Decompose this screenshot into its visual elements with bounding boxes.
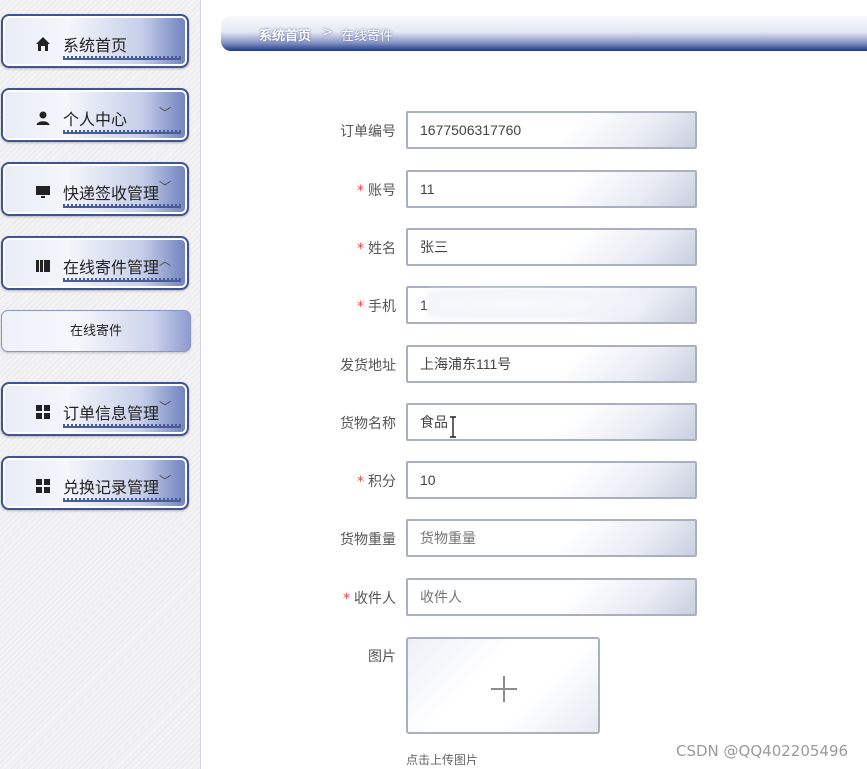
sidebar-item-personal-center[interactable]: 个人中心 ﹀ <box>1 88 189 142</box>
image-upload-box[interactable] <box>406 637 600 734</box>
monitor-icon <box>36 186 50 198</box>
sidebar: 系统首页 个人中心 ﹀ 快递签收管理 ﹀ 在线寄件管理 ︿ 在线寄件 订单信息管… <box>0 0 201 769</box>
home-icon <box>36 37 50 51</box>
account-label: * 账号 <box>357 183 396 199</box>
book-icon <box>36 260 50 272</box>
breadcrumb-home-link[interactable]: 系统首页 <box>259 25 311 44</box>
grid-icon <box>36 405 50 419</box>
sidebar-item-label: 快递签收管理 <box>63 184 160 203</box>
order-no-label: 订单编号 <box>340 124 396 140</box>
receiver-input[interactable] <box>406 578 697 616</box>
name-input[interactable] <box>406 228 697 266</box>
account-input[interactable] <box>406 170 697 208</box>
goods-name-label: 货物名称 <box>340 416 396 432</box>
sidebar-item-order-info[interactable]: 订单信息管理 ﹀ <box>1 382 189 436</box>
required-mark: * <box>357 299 364 315</box>
breadcrumb: 系统首页 > 在线寄件 <box>221 16 867 51</box>
image-label: 图片 <box>368 649 396 665</box>
plus-icon <box>491 676 517 702</box>
chevron-down-icon: ﹀ <box>159 400 172 414</box>
required-mark: * <box>357 183 364 199</box>
chevron-down-icon: ﹀ <box>159 106 172 120</box>
watermark: CSDN @QQ402205496 <box>676 742 849 760</box>
decorative-underline <box>63 498 181 502</box>
decorative-underline <box>63 56 181 60</box>
points-input[interactable] <box>406 461 697 499</box>
weight-input[interactable] <box>406 519 697 557</box>
user-icon <box>36 111 50 125</box>
sidebar-item-label: 在线寄件管理 <box>63 258 160 277</box>
decorative-underline <box>63 130 181 134</box>
sidebar-item-exchange-record[interactable]: 兑换记录管理 ﹀ <box>1 456 189 510</box>
breadcrumb-separator: > <box>322 25 333 40</box>
order-no-input[interactable] <box>406 111 697 149</box>
required-mark: * <box>357 241 364 257</box>
decorative-underline <box>63 278 181 282</box>
points-label: * 积分 <box>357 474 396 490</box>
name-label: * 姓名 <box>357 241 396 257</box>
sidebar-item-home[interactable]: 系统首页 <box>1 14 189 68</box>
phone-label: * 手机 <box>357 299 396 315</box>
text-cursor-icon <box>450 416 456 438</box>
weight-label: 货物重量 <box>340 532 396 548</box>
address-input[interactable] <box>406 345 697 383</box>
sidebar-subitem-online-send[interactable]: 在线寄件 <box>1 310 191 352</box>
sidebar-item-online-send[interactable]: 在线寄件管理 ︿ <box>1 236 189 290</box>
decorative-underline <box>63 424 181 428</box>
upload-hint: 点击上传图片 <box>406 753 479 767</box>
required-mark: * <box>343 591 350 607</box>
grid-icon <box>36 479 50 493</box>
sidebar-item-label: 个人中心 <box>63 110 128 129</box>
address-label: 发货地址 <box>340 358 396 374</box>
sidebar-item-delivery-sign[interactable]: 快递签收管理 ﹀ <box>1 162 189 216</box>
sidebar-item-label: 兑换记录管理 <box>63 478 160 497</box>
redaction-blur <box>428 288 646 320</box>
breadcrumb-current: 在线寄件 <box>341 29 394 44</box>
receiver-label: * 收件人 <box>343 591 396 607</box>
sidebar-item-label: 系统首页 <box>63 36 128 55</box>
chevron-down-icon: ﹀ <box>159 180 172 194</box>
chevron-down-icon: ﹀ <box>159 474 172 488</box>
decorative-underline <box>63 204 181 208</box>
sidebar-item-label: 订单信息管理 <box>63 404 160 423</box>
chevron-up-icon: ︿ <box>159 254 172 268</box>
required-mark: * <box>357 474 364 490</box>
